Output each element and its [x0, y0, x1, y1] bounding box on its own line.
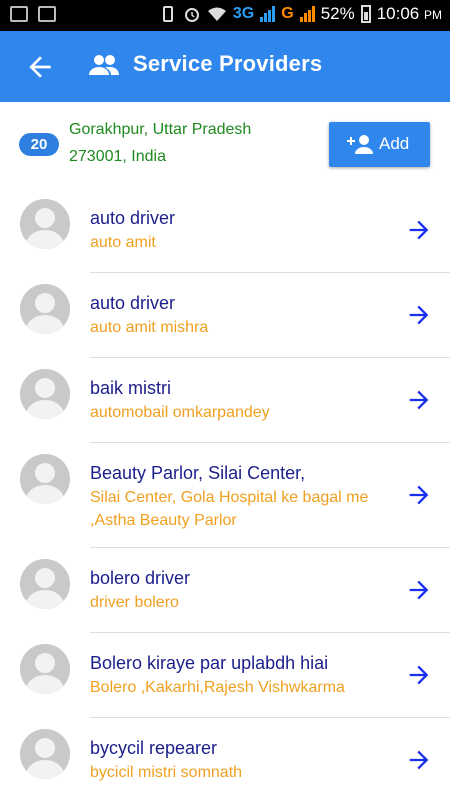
- vibrate-icon: [162, 6, 173, 22]
- app-bar: Service Providers: [0, 31, 450, 102]
- provider-title: Beauty Parlor, Silai Center,: [90, 463, 306, 483]
- image-notification-icon: [10, 6, 28, 22]
- arrow-right-icon[interactable]: [405, 216, 433, 244]
- arrow-right-icon[interactable]: [405, 481, 433, 509]
- arrow-right-icon[interactable]: [405, 746, 433, 774]
- arrow-right-icon[interactable]: [405, 386, 433, 414]
- avatar: [20, 369, 70, 419]
- status-bar: 3G G 52% 10:06 PM: [0, 0, 450, 31]
- provider-subtitle: bycicil mistri somnath: [90, 764, 243, 781]
- list-item[interactable]: Bolero kiraye par uplabdh hiai Bolero ,K…: [0, 633, 450, 718]
- location-line-2: 273001, India: [69, 148, 166, 165]
- arrow-right-icon[interactable]: [405, 661, 433, 689]
- provider-title: Bolero kiraye par uplabdh hiai: [90, 653, 329, 673]
- signal-strength-icon: [260, 6, 276, 22]
- provider-subtitle: driver bolero: [90, 594, 179, 611]
- provider-subtitle: auto amit mishra: [90, 319, 209, 336]
- list-item[interactable]: auto driver auto amit: [0, 188, 450, 273]
- network-g-label: G: [281, 5, 294, 22]
- avatar: [20, 559, 70, 609]
- provider-title: auto driver: [90, 208, 176, 228]
- location-line-1: Gorakhpur, Uttar Pradesh: [69, 121, 252, 138]
- provider-title: bycycil repearer: [90, 738, 218, 758]
- battery-icon: [360, 5, 371, 23]
- avatar: [20, 454, 70, 504]
- list-item[interactable]: Beauty Parlor, Silai Center, Silai Cente…: [0, 443, 450, 548]
- add-person-icon: [347, 135, 373, 154]
- system-indicators: 3G G 52% 10:06 PM: [159, 4, 442, 24]
- wifi-icon: [207, 7, 226, 21]
- provider-subtitle: Bolero ,Kakarhi,Rajesh Vishwkarma: [90, 679, 345, 696]
- back-arrow-icon[interactable]: [24, 51, 56, 83]
- clock-time: 10:06: [376, 4, 420, 23]
- list-item[interactable]: bolero driver driver bolero: [0, 548, 450, 633]
- list-item[interactable]: bycycil repearer bycicil mistri somnath: [0, 718, 450, 800]
- network-3g-label: 3G: [232, 5, 255, 22]
- provider-title: bolero driver: [90, 568, 191, 588]
- battery-percent: 52%: [320, 4, 355, 23]
- avatar: [20, 644, 70, 694]
- provider-subtitle: automobail omkarpandey: [90, 404, 270, 421]
- avatar: [20, 284, 70, 334]
- list-item[interactable]: baik mistri automobail omkarpandey: [0, 358, 450, 443]
- page-title: Service Providers: [133, 51, 323, 76]
- clock: 10:06 PM: [377, 4, 442, 24]
- notification-icons: [10, 6, 56, 22]
- avatar: [20, 729, 70, 779]
- arrow-right-icon[interactable]: [405, 301, 433, 329]
- add-button-label: Add: [379, 134, 410, 153]
- avatar: [20, 199, 70, 249]
- provider-subtitle: Silai Center, Gola Hospital ke bagal me …: [90, 489, 369, 529]
- provider-title: auto driver: [90, 293, 176, 313]
- provider-title: baik mistri: [90, 378, 172, 398]
- arrow-right-icon[interactable]: [405, 576, 433, 604]
- mail-notification-icon: [38, 6, 56, 22]
- add-provider-button[interactable]: Add: [329, 122, 430, 167]
- provider-subtitle: auto amit: [90, 234, 156, 251]
- signal-strength-2-icon: [299, 6, 315, 22]
- clock-ampm: PM: [424, 8, 442, 22]
- people-icon: [89, 55, 119, 75]
- alarm-icon: [184, 8, 199, 22]
- list-item[interactable]: auto driver auto amit mishra: [0, 273, 450, 358]
- provider-count-badge: 20: [19, 133, 59, 156]
